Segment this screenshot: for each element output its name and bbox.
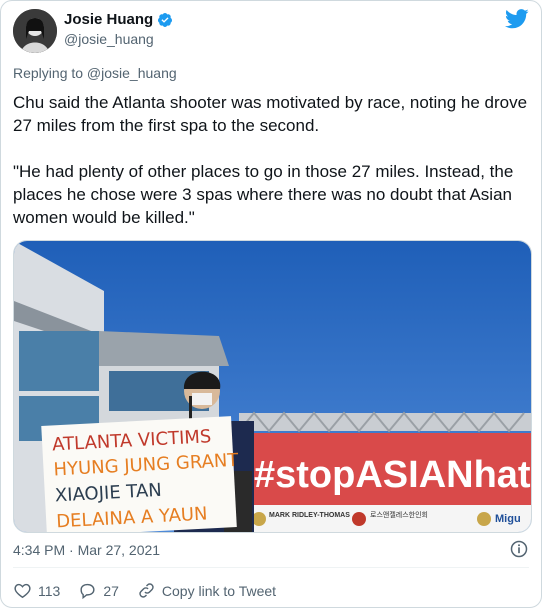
verified-badge-icon <box>158 12 173 27</box>
author-name-text[interactable]: Josie Huang <box>64 11 153 28</box>
copy-link-label: Copy link to Tweet <box>161 582 277 599</box>
banner-sponsor-3: Migu <box>495 513 521 525</box>
reply-icon <box>80 583 95 600</box>
tweet-paragraph-1: Chu said the Atlanta shooter was motivat… <box>13 93 528 135</box>
tweet-actions: 113 27 Copy link to Tweet <box>13 581 294 600</box>
banner-sponsor-1: MARK RIDLEY-THOMAS <box>269 512 350 519</box>
banner-sponsor-2: 로스앤젤레스한인회 <box>370 510 428 519</box>
like-button[interactable]: 113 <box>13 581 60 600</box>
reply-count: 27 <box>103 582 119 599</box>
banner-text: #stopASIANhate <box>254 454 531 496</box>
heart-icon <box>14 583 31 599</box>
like-count: 113 <box>38 582 61 599</box>
author-handle[interactable]: @josie_huang <box>64 31 154 47</box>
tweet-card: Josie Huang @josie_huang Replying to @jo… <box>0 0 542 608</box>
tweet-paragraph-2: "He had plenty of other places to go in … <box>13 162 514 227</box>
twitter-bird-icon[interactable] <box>505 9 529 29</box>
reply-context[interactable]: Replying to @josie_huang <box>13 65 177 81</box>
copy-link-button[interactable]: Copy link to Tweet <box>137 581 276 600</box>
tweet-timestamp[interactable]: 4:34 PM · Mar 27, 2021 <box>13 542 160 558</box>
info-icon[interactable] <box>509 539 529 559</box>
divider <box>13 567 529 568</box>
link-icon <box>139 583 154 598</box>
reply-button[interactable]: 27 <box>78 581 119 600</box>
tweet-text: Chu said the Atlanta shooter was motivat… <box>13 91 528 252</box>
author-name[interactable]: Josie Huang <box>64 11 173 28</box>
tweet-media-image[interactable]: #stopASIANhate MARK RIDLEY-THOMAS 로스앤젤레스… <box>13 240 532 533</box>
author-avatar[interactable] <box>13 9 57 53</box>
protest-photo: #stopASIANhate MARK RIDLEY-THOMAS 로스앤젤레스… <box>14 241 531 532</box>
